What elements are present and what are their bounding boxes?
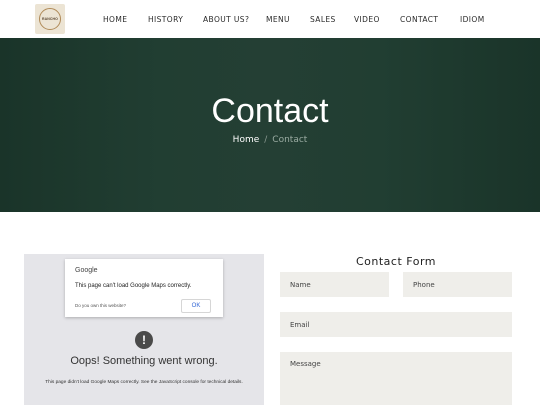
warning-icon: ! [135, 331, 153, 349]
logo-text: RANCHO [42, 17, 58, 21]
breadcrumb-separator: / [264, 135, 268, 145]
top-navbar: RANCHO HOME HISTORY ABOUT US? MENU SALES… [0, 0, 540, 38]
nav-home[interactable]: HOME [103, 15, 127, 24]
breadcrumb-home-link[interactable]: Home [233, 135, 260, 145]
name-field[interactable] [280, 272, 389, 297]
nav-menu[interactable]: MENU [266, 15, 290, 24]
nav-video[interactable]: VIDEO [354, 15, 380, 24]
nav-contact[interactable]: CONTACT [400, 15, 438, 24]
contact-form-title: Contact Form [355, 255, 436, 268]
ok-button[interactable]: OK [181, 299, 211, 313]
breadcrumb: Home / Contact [0, 135, 540, 145]
nav-about-us[interactable]: ABOUT US? [203, 15, 249, 24]
map-error-dialog: Google This page can't load Google Maps … [65, 259, 223, 317]
own-website-link[interactable]: Do you own this website? [75, 303, 126, 308]
map-embed: Google This page can't load Google Maps … [24, 254, 264, 405]
nav-sales[interactable]: SALES [310, 15, 336, 24]
phone-field[interactable] [403, 272, 512, 297]
google-brand-label: Google [75, 267, 98, 274]
map-error-detail: This page didn't load Google Maps correc… [45, 380, 243, 385]
site-logo[interactable]: RANCHO [35, 4, 65, 34]
nav-history[interactable]: HISTORY [148, 15, 183, 24]
nav-idiom[interactable]: IDIOM [460, 15, 485, 24]
page-title: Contact [211, 92, 329, 130]
hero-banner: Contact Home / Contact [0, 38, 540, 212]
map-error-title: Oops! Something went wrong. [70, 355, 218, 367]
logo-emblem-icon: RANCHO [39, 8, 61, 30]
message-field[interactable] [280, 352, 512, 405]
email-field[interactable] [280, 312, 512, 337]
map-error-message: This page can't load Google Maps correct… [75, 283, 192, 289]
breadcrumb-current: Contact [272, 135, 308, 145]
